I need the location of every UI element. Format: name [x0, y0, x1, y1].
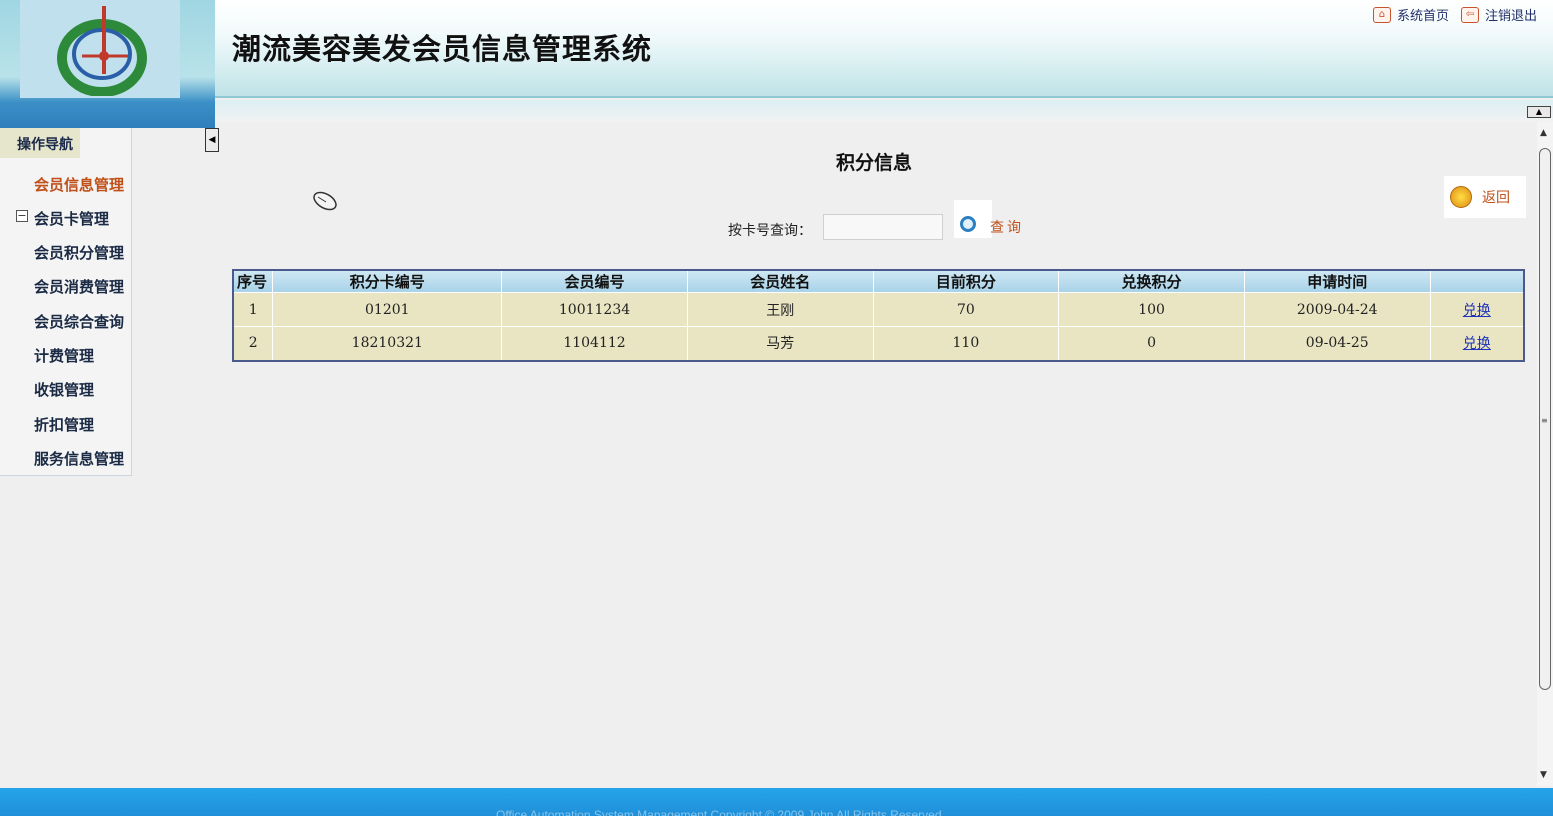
- cell-member-no: 10011234: [501, 292, 688, 327]
- card-number-search-input[interactable]: [823, 214, 943, 240]
- cell-current-points: 70: [873, 292, 1060, 327]
- tree-collapse-icon[interactable]: −: [16, 210, 28, 222]
- return-button[interactable]: 返回: [1444, 176, 1526, 218]
- footer-copyright: Office Automation System Management Copy…: [496, 808, 942, 816]
- logout-icon[interactable]: ⇦: [1460, 6, 1479, 23]
- points-table: 序号 积分卡编号 会员编号 会员姓名 目前积分 兑换积分 申请时间 1 0120…: [232, 269, 1525, 362]
- col-header-member-name: 会员姓名: [687, 270, 874, 293]
- top-links: ⌂ 系统首页 ⇦ 注销退出: [1372, 5, 1543, 24]
- search-icon[interactable]: [960, 216, 976, 232]
- col-header-exchange-points: 兑换积分: [1058, 270, 1245, 293]
- exchange-link[interactable]: 兑换: [1463, 336, 1491, 352]
- sidebar-heading: 操作导航: [0, 128, 80, 158]
- search-button-label[interactable]: 查询: [990, 217, 1024, 237]
- sidebar-item-service-info[interactable]: 服务信息管理: [34, 448, 124, 469]
- sidebar-toggle-button[interactable]: ◀: [205, 128, 219, 152]
- return-icon[interactable]: [1450, 186, 1472, 208]
- sidebar-item-member-info[interactable]: 会员信息管理: [34, 174, 124, 195]
- search-label: 按卡号查询：: [728, 223, 812, 239]
- col-header-action: [1430, 270, 1525, 293]
- footer: Office Automation System Management Copy…: [0, 788, 1553, 816]
- col-header-apply-time: 申请时间: [1244, 270, 1431, 293]
- sidebar-item-member-points[interactable]: 会员积分管理: [34, 242, 124, 263]
- sidebar-item-billing[interactable]: 计费管理: [34, 345, 94, 366]
- scroll-down-icon[interactable]: ▼: [1540, 770, 1547, 780]
- sidebar: 操作导航 会员信息管理 − 会员卡管理 会员积分管理 会员消费管理 会员综合查询…: [0, 128, 132, 476]
- table-row: 1 01201 10011234 王刚 70 100 2009-04-24 兑换: [233, 292, 1525, 327]
- search-button[interactable]: [954, 200, 992, 238]
- cell-index: 2: [233, 326, 274, 361]
- cell-exchange-points: 100: [1058, 292, 1245, 327]
- sidebar-item-member-query[interactable]: 会员综合查询: [34, 311, 124, 332]
- cell-card-no: 18210321: [272, 326, 503, 361]
- collapse-header-button[interactable]: ▲: [1527, 106, 1551, 118]
- cell-exchange-points: 0: [1058, 326, 1245, 361]
- page-title: 积分信息: [836, 152, 913, 174]
- home-icon[interactable]: ⌂: [1372, 6, 1391, 23]
- cell-member-no: 1104112: [501, 326, 688, 361]
- sidebar-item-cashier[interactable]: 收银管理: [34, 379, 94, 400]
- app-title: 潮流美容美发会员信息管理系统: [232, 32, 653, 66]
- mouse-cursor-icon: [313, 191, 337, 211]
- scrollbar-grip-icon: ≡: [1541, 416, 1548, 425]
- app-header: 潮流美容美发会员信息管理系统 ⌂ 系统首页 ⇦ 注销退出: [0, 0, 1553, 98]
- col-header-member-no: 会员编号: [501, 270, 688, 293]
- home-link[interactable]: 系统首页: [1397, 5, 1449, 24]
- header-band: [215, 100, 1553, 122]
- cell-apply-time: 2009-04-24: [1244, 292, 1431, 327]
- col-header-index: 序号: [233, 270, 274, 293]
- exchange-link[interactable]: 兑换: [1463, 303, 1491, 319]
- return-label[interactable]: 返回: [1482, 187, 1510, 207]
- col-header-current-points: 目前积分: [873, 270, 1060, 293]
- cell-index: 1: [233, 292, 274, 327]
- vertical-scrollbar[interactable]: ▲ ≡ ▼: [1537, 122, 1553, 786]
- table-header-row: 序号 积分卡编号 会员编号 会员姓名 目前积分 兑换积分 申请时间: [233, 270, 1525, 293]
- cell-action: 兑换: [1430, 326, 1525, 361]
- col-header-card-no: 积分卡编号: [272, 270, 503, 293]
- scroll-up-icon[interactable]: ▲: [1540, 128, 1547, 138]
- cell-member-name: 王刚: [687, 292, 874, 327]
- cell-action: 兑换: [1430, 292, 1525, 327]
- cell-current-points: 110: [873, 326, 1060, 361]
- sidebar-item-discount[interactable]: 折扣管理: [34, 414, 94, 435]
- logo-icon: [57, 6, 147, 96]
- table-row: 2 18210321 1104112 马芳 110 0 09-04-25 兑换: [233, 326, 1525, 361]
- cell-card-no: 01201: [272, 292, 503, 327]
- logout-link[interactable]: 注销退出: [1485, 5, 1537, 24]
- cell-member-name: 马芳: [687, 326, 874, 361]
- logo-area: [0, 0, 215, 128]
- sidebar-item-member-card[interactable]: 会员卡管理: [34, 208, 109, 229]
- sidebar-item-member-consumption[interactable]: 会员消费管理: [34, 276, 124, 297]
- cell-apply-time: 09-04-25: [1244, 326, 1431, 361]
